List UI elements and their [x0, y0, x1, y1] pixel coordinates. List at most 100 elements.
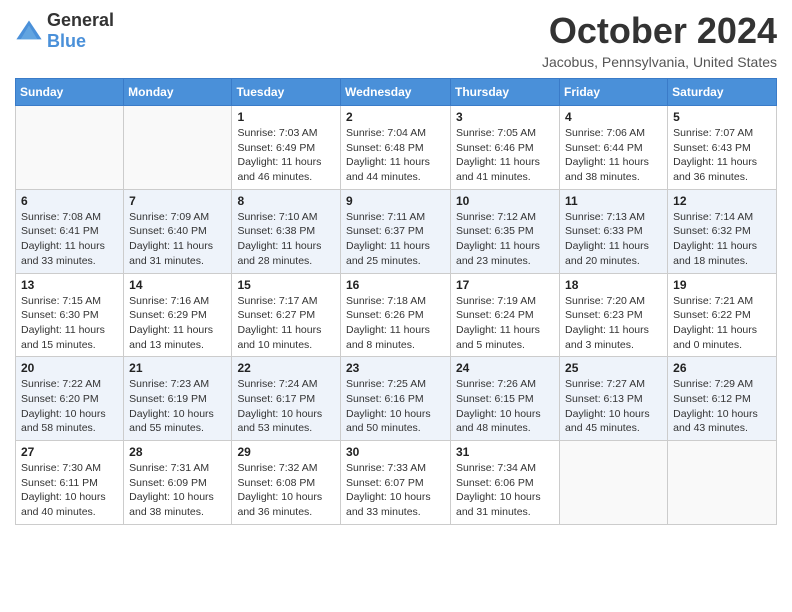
month-title: October 2024 — [542, 10, 777, 52]
weekday-header-thursday: Thursday — [451, 79, 560, 106]
day-number: 11 — [565, 194, 662, 208]
calendar-cell: 18 Sunrise: 7:20 AMSunset: 6:23 PMDayligh… — [560, 273, 668, 357]
calendar-table: SundayMondayTuesdayWednesdayThursdayFrid… — [15, 78, 777, 525]
weekday-header-row: SundayMondayTuesdayWednesdayThursdayFrid… — [16, 79, 777, 106]
calendar-cell: 19Sunrise: 7:21 AMSunset: 6:22 PMDayligh… — [668, 273, 777, 357]
calendar-cell: 27 Sunrise: 7:30 AMSunset: 6:11 PMDayligh… — [16, 441, 124, 525]
day-info: Sunrise: 7:13 AMSunset: 6:33 PMDaylight:… — [565, 210, 662, 269]
calendar-cell: 16 Sunrise: 7:18 AMSunset: 6:26 PMDayligh… — [341, 273, 451, 357]
title-block: October 2024 Jacobus, Pennsylvania, Unit… — [542, 10, 777, 70]
day-info: Sunrise: 7:06 AMSunset: 6:44 PMDaylight:… — [565, 126, 662, 185]
day-number: 1 — [237, 110, 335, 124]
calendar-cell — [560, 441, 668, 525]
logo-blue: Blue — [47, 31, 86, 51]
day-info: Sunrise: 7:10 AMSunset: 6:38 PMDaylight:… — [237, 210, 335, 269]
day-number: 25 — [565, 361, 662, 375]
day-info: Sunrise: 7:19 AMSunset: 6:24 PMDaylight:… — [456, 294, 554, 353]
day-number: 7 — [129, 194, 226, 208]
calendar-cell: 26 Sunrise: 7:29 AMSunset: 6:12 PMDayligh… — [668, 357, 777, 441]
day-info: Sunrise: 7:25 AMSunset: 6:16 PMDaylight:… — [346, 377, 445, 436]
day-info: Sunrise: 7:18 AMSunset: 6:26 PMDaylight:… — [346, 294, 445, 353]
calendar-cell: 22 Sunrise: 7:24 AMSunset: 6:17 PMDayligh… — [232, 357, 341, 441]
day-number: 15 — [237, 278, 335, 292]
day-info: Sunrise: 7:15 AMSunset: 6:30 PMDaylight:… — [21, 294, 118, 353]
day-info: Sunrise: 7:26 AMSunset: 6:15 PMDaylight:… — [456, 377, 554, 436]
day-number: 18 — [565, 278, 662, 292]
weekday-header-monday: Monday — [124, 79, 232, 106]
calendar-cell: 11 Sunrise: 7:13 AMSunset: 6:33 PMDayligh… — [560, 189, 668, 273]
weekday-header-tuesday: Tuesday — [232, 79, 341, 106]
calendar-cell: 17Sunrise: 7:19 AMSunset: 6:24 PMDayligh… — [451, 273, 560, 357]
day-info: Sunrise: 7:14 AMSunset: 6:32 PMDaylight:… — [673, 210, 771, 269]
day-info: Sunrise: 7:11 AMSunset: 6:37 PMDaylight:… — [346, 210, 445, 269]
day-info: Sunrise: 7:29 AMSunset: 6:12 PMDaylight:… — [673, 377, 771, 436]
day-info: Sunrise: 7:21 AMSunset: 6:22 PMDaylight:… — [673, 294, 771, 353]
day-info: Sunrise: 7:30 AMSunset: 6:11 PMDaylight:… — [21, 461, 118, 520]
calendar-cell: 7 Sunrise: 7:09 AMSunset: 6:40 PMDaylight… — [124, 189, 232, 273]
day-info: Sunrise: 7:31 AMSunset: 6:09 PMDaylight:… — [129, 461, 226, 520]
day-number: 22 — [237, 361, 335, 375]
day-info: Sunrise: 7:16 AMSunset: 6:29 PMDaylight:… — [129, 294, 226, 353]
day-number: 10 — [456, 194, 554, 208]
calendar-week-row: 27 Sunrise: 7:30 AMSunset: 6:11 PMDayligh… — [16, 441, 777, 525]
weekday-header-saturday: Saturday — [668, 79, 777, 106]
day-info: Sunrise: 7:20 AMSunset: 6:23 PMDaylight:… — [565, 294, 662, 353]
day-number: 4 — [565, 110, 662, 124]
calendar-week-row: 1Sunrise: 7:03 AMSunset: 6:49 PMDaylight… — [16, 106, 777, 190]
day-number: 21 — [129, 361, 226, 375]
day-number: 20 — [21, 361, 118, 375]
day-number: 16 — [346, 278, 445, 292]
weekday-header-wednesday: Wednesday — [341, 79, 451, 106]
day-number: 8 — [237, 194, 335, 208]
calendar-cell — [16, 106, 124, 190]
calendar-cell: 4 Sunrise: 7:06 AMSunset: 6:44 PMDaylight… — [560, 106, 668, 190]
day-number: 30 — [346, 445, 445, 459]
day-number: 14 — [129, 278, 226, 292]
day-info: Sunrise: 7:23 AMSunset: 6:19 PMDaylight:… — [129, 377, 226, 436]
calendar-cell: 30Sunrise: 7:33 AMSunset: 6:07 PMDayligh… — [341, 441, 451, 525]
calendar-cell: 3Sunrise: 7:05 AMSunset: 6:46 PMDaylight… — [451, 106, 560, 190]
day-number: 13 — [21, 278, 118, 292]
calendar-cell: 12 Sunrise: 7:14 AMSunset: 6:32 PMDayligh… — [668, 189, 777, 273]
page-header: General Blue October 2024 Jacobus, Penns… — [15, 10, 777, 70]
day-number: 9 — [346, 194, 445, 208]
calendar-cell: 25Sunrise: 7:27 AMSunset: 6:13 PMDayligh… — [560, 357, 668, 441]
calendar-week-row: 6Sunrise: 7:08 AMSunset: 6:41 PMDaylight… — [16, 189, 777, 273]
day-info: Sunrise: 7:07 AMSunset: 6:43 PMDaylight:… — [673, 126, 771, 185]
calendar-week-row: 13 Sunrise: 7:15 AMSunset: 6:30 PMDayligh… — [16, 273, 777, 357]
calendar-cell: 2Sunrise: 7:04 AMSunset: 6:48 PMDaylight… — [341, 106, 451, 190]
calendar-cell — [668, 441, 777, 525]
calendar-cell: 13 Sunrise: 7:15 AMSunset: 6:30 PMDayligh… — [16, 273, 124, 357]
day-number: 27 — [21, 445, 118, 459]
day-number: 6 — [21, 194, 118, 208]
day-info: Sunrise: 7:24 AMSunset: 6:17 PMDaylight:… — [237, 377, 335, 436]
calendar-cell: 29 Sunrise: 7:32 AMSunset: 6:08 PMDayligh… — [232, 441, 341, 525]
weekday-header-friday: Friday — [560, 79, 668, 106]
calendar-cell: 21 Sunrise: 7:23 AMSunset: 6:19 PMDayligh… — [124, 357, 232, 441]
day-info: Sunrise: 7:12 AMSunset: 6:35 PMDaylight:… — [456, 210, 554, 269]
day-info: Sunrise: 7:22 AMSunset: 6:20 PMDaylight:… — [21, 377, 118, 436]
location: Jacobus, Pennsylvania, United States — [542, 54, 777, 70]
calendar-cell: 10 Sunrise: 7:12 AMSunset: 6:35 PMDayligh… — [451, 189, 560, 273]
logo: General Blue — [15, 10, 114, 52]
day-info: Sunrise: 7:09 AMSunset: 6:40 PMDaylight:… — [129, 210, 226, 269]
calendar-cell: 28 Sunrise: 7:31 AMSunset: 6:09 PMDayligh… — [124, 441, 232, 525]
day-number: 31 — [456, 445, 554, 459]
calendar-cell: 5 Sunrise: 7:07 AMSunset: 6:43 PMDaylight… — [668, 106, 777, 190]
day-info: Sunrise: 7:32 AMSunset: 6:08 PMDaylight:… — [237, 461, 335, 520]
day-number: 29 — [237, 445, 335, 459]
calendar-week-row: 20 Sunrise: 7:22 AMSunset: 6:20 PMDayligh… — [16, 357, 777, 441]
calendar-cell: 24Sunrise: 7:26 AMSunset: 6:15 PMDayligh… — [451, 357, 560, 441]
day-number: 12 — [673, 194, 771, 208]
calendar-cell: 31 Sunrise: 7:34 AMSunset: 6:06 PMDayligh… — [451, 441, 560, 525]
day-info: Sunrise: 7:17 AMSunset: 6:27 PMDaylight:… — [237, 294, 335, 353]
calendar-cell: 6Sunrise: 7:08 AMSunset: 6:41 PMDaylight… — [16, 189, 124, 273]
weekday-header-sunday: Sunday — [16, 79, 124, 106]
logo-icon — [15, 17, 43, 45]
day-number: 28 — [129, 445, 226, 459]
day-number: 26 — [673, 361, 771, 375]
calendar-cell — [124, 106, 232, 190]
day-number: 5 — [673, 110, 771, 124]
day-info: Sunrise: 7:34 AMSunset: 6:06 PMDaylight:… — [456, 461, 554, 520]
calendar-cell: 15 Sunrise: 7:17 AMSunset: 6:27 PMDayligh… — [232, 273, 341, 357]
